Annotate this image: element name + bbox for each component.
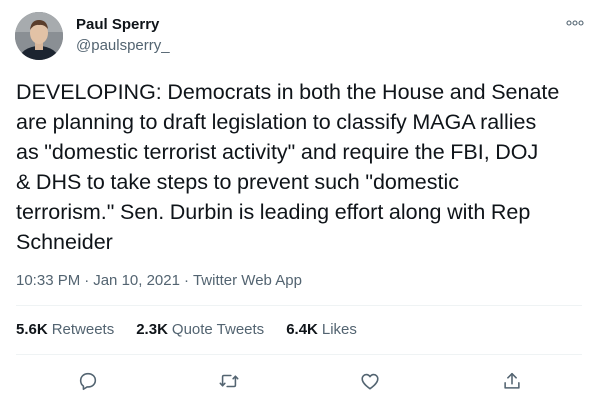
likes-stat[interactable]: 6.4K Likes	[286, 320, 357, 340]
quotes-stat[interactable]: 2.3K Quote Tweets	[136, 320, 264, 340]
share-icon[interactable]	[497, 366, 527, 396]
likes-count: 6.4K	[286, 321, 318, 338]
divider	[16, 305, 582, 306]
quotes-count: 2.3K	[136, 321, 168, 338]
tweet-text-line: DEVELOPING: Democrats in both the House …	[16, 80, 560, 104]
tweet-text-line: Schneider	[16, 230, 113, 254]
quotes-label: Quote Tweets	[171, 321, 265, 338]
tweet-text-line: & DHS to take steps to prevent such "dom…	[16, 170, 459, 194]
avatar[interactable]	[15, 12, 63, 60]
tweet-actions	[0, 366, 598, 396]
tweet-meta: 10:33 PM · Jan 10, 2021 · Twitter Web App	[16, 271, 302, 291]
tweet-stats: 5.6K Retweets 2.3K Quote Tweets 6.4K Likes	[16, 320, 379, 340]
heart-icon[interactable]	[355, 366, 385, 396]
tweet-date[interactable]: Jan 10, 2021	[93, 272, 180, 289]
more-dots-icon[interactable]	[566, 14, 584, 32]
retweet-icon[interactable]	[214, 366, 244, 396]
tweet-text-line: as "domestic terrorist activity" and req…	[16, 140, 539, 164]
tweet-source[interactable]: Twitter Web App	[193, 272, 302, 289]
retweets-stat[interactable]: 5.6K Retweets	[16, 320, 114, 340]
reply-icon[interactable]	[73, 366, 103, 396]
author-handle[interactable]: @paulsperry_	[76, 36, 170, 56]
divider	[16, 354, 582, 355]
author-name[interactable]: Paul Sperry	[76, 15, 159, 35]
tweet-text-line: terrorism." Sen. Durbin is leading effor…	[16, 200, 531, 224]
retweets-count: 5.6K	[16, 321, 48, 338]
meta-separator: ·	[183, 272, 189, 289]
avatar-photo	[15, 12, 63, 60]
tweet-text-line: are planning to draft legislation to cla…	[16, 110, 537, 134]
meta-separator: ·	[84, 272, 90, 289]
likes-label: Likes	[321, 321, 357, 338]
tweet-time[interactable]: 10:33 PM	[16, 272, 80, 289]
tweet-text: DEVELOPING: Democrats in both the House …	[16, 77, 586, 257]
retweets-label: Retweets	[51, 321, 115, 338]
